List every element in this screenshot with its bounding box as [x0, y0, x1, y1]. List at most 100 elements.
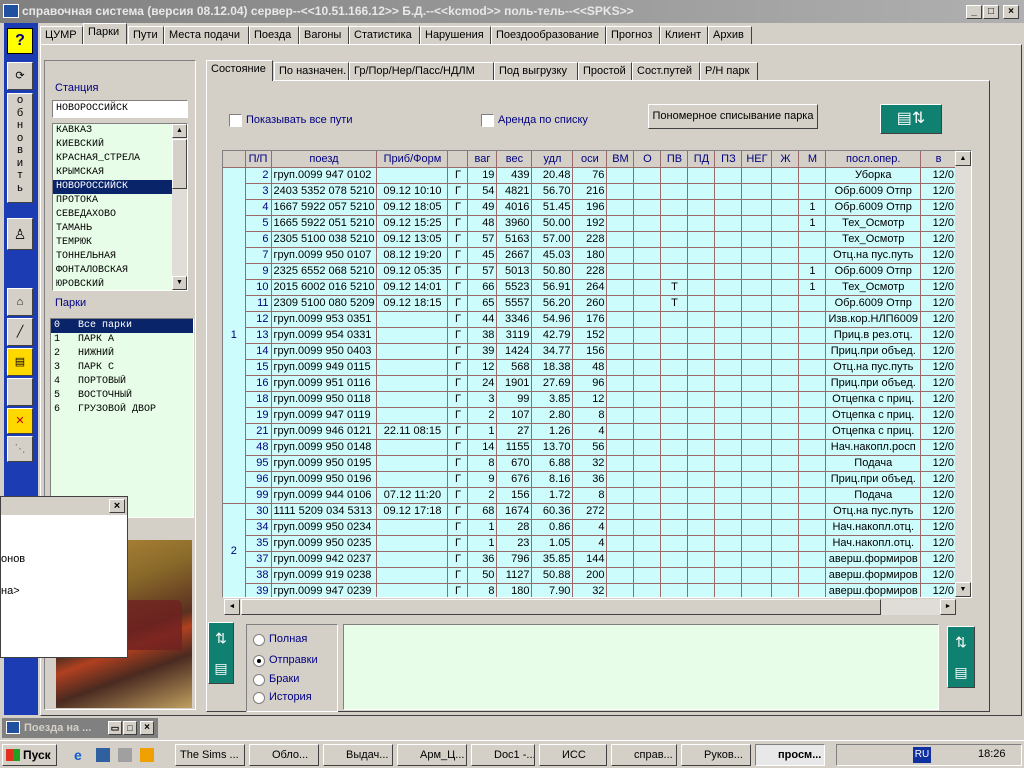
table-cell[interactable]: 8.16 — [531, 471, 574, 488]
station-scrollbar[interactable]: ▲ ▼ — [172, 124, 187, 290]
table-cell[interactable] — [798, 471, 827, 488]
table-cell[interactable]: Г — [447, 535, 469, 552]
table-cell[interactable]: 5163 — [496, 231, 533, 248]
table-cell[interactable] — [771, 215, 800, 232]
table-cell[interactable]: Г — [447, 343, 469, 360]
table-cell[interactable] — [798, 231, 827, 248]
table-cell[interactable]: 14 — [467, 439, 498, 456]
table-cell[interactable]: 1 — [798, 199, 827, 216]
table-cell[interactable] — [798, 423, 827, 440]
table-cell[interactable]: 12/0 — [920, 311, 958, 328]
table-cell[interactable] — [633, 183, 662, 200]
maximize-button[interactable]: □ — [983, 5, 999, 19]
table-cell[interactable] — [714, 407, 743, 424]
table-cell[interactable] — [633, 375, 662, 392]
table-cell[interactable]: 439 — [496, 167, 533, 184]
table-cell[interactable] — [687, 391, 716, 408]
table-cell[interactable] — [633, 487, 662, 504]
table-cell[interactable]: 37 — [245, 551, 272, 568]
table-cell[interactable]: 12/0 — [920, 263, 958, 280]
table-cell[interactable]: 09.12 05:35 — [376, 263, 449, 280]
table-cell[interactable]: груп.0099 919 0238 — [271, 567, 378, 584]
table-cell[interactable] — [714, 519, 743, 536]
table-cell[interactable] — [798, 519, 827, 536]
table-cell[interactable]: 12/0 — [920, 423, 958, 440]
table-cell[interactable]: 180 — [572, 247, 608, 264]
table-row[interactable]: 48 груп.0099 950 0148 Г 14 1155 13.70 56 Нач.на… — [223, 439, 958, 456]
table-cell[interactable]: 09.12 10:10 — [376, 183, 449, 200]
table-cell[interactable]: 12 — [245, 311, 272, 328]
table-cell[interactable] — [741, 551, 773, 568]
table-cell[interactable]: 12/0 — [920, 231, 958, 248]
show-all-checkbox[interactable] — [229, 114, 242, 127]
table-cell[interactable] — [798, 535, 827, 552]
table-cell[interactable]: 12/0 — [920, 327, 958, 344]
table-cell[interactable]: 50 — [467, 567, 498, 584]
table-cell[interactable] — [633, 231, 662, 248]
table-cell[interactable] — [771, 407, 800, 424]
table-cell[interactable] — [771, 519, 800, 536]
table-cell[interactable]: 12/0 — [920, 295, 958, 312]
table-cell[interactable]: 9 — [245, 263, 272, 280]
table-cell[interactable] — [771, 359, 800, 376]
taskbar-item[interactable]: The Sims ... — [175, 744, 245, 766]
table-cell[interactable]: 12/0 — [920, 247, 958, 264]
table-cell[interactable]: Г — [447, 487, 469, 504]
tab-statistics[interactable]: Статистика — [349, 26, 420, 44]
table-cell[interactable] — [687, 263, 716, 280]
taskbar-item[interactable]: Doc1 -... — [471, 744, 535, 766]
table-cell[interactable]: 12/0 — [920, 407, 958, 424]
tab-state[interactable]: Состояние — [206, 60, 273, 81]
parks-list[interactable]: 0 Все парки 1 ПАРК А 2 НИЖНИЙ 3 ПАРК С 4… — [50, 318, 194, 518]
table-cell[interactable]: 42.79 — [531, 327, 574, 344]
table-cell[interactable] — [687, 183, 716, 200]
table-cell[interactable]: 96 — [572, 375, 608, 392]
table-row[interactable]: 21 груп.0099 946 0121 22.11 08:15 Г 1 27 1.26 4… — [223, 423, 958, 440]
table-cell[interactable]: 4 — [572, 519, 608, 536]
table-cell[interactable] — [606, 535, 635, 552]
table-cell[interactable] — [687, 231, 716, 248]
vertical-scrollbar[interactable]: ▲ ▼ — [955, 151, 971, 597]
table-cell[interactable] — [771, 551, 800, 568]
table-cell[interactable]: Г — [447, 471, 469, 488]
table-cell[interactable] — [771, 391, 800, 408]
table-cell[interactable]: 8 — [467, 455, 498, 472]
table-cell[interactable] — [741, 343, 773, 360]
table-cell[interactable]: 39 — [467, 343, 498, 360]
table-cell[interactable] — [798, 343, 827, 360]
column-header[interactable]: ПД — [687, 151, 716, 168]
table-cell[interactable]: 7 — [245, 247, 272, 264]
table-cell[interactable]: груп.0099 950 0107 — [271, 247, 378, 264]
table-cell[interactable] — [687, 535, 716, 552]
table-cell[interactable]: 272 — [572, 503, 608, 520]
table-cell[interactable]: Г — [447, 551, 469, 568]
table-cell[interactable]: 0.86 — [531, 519, 574, 536]
table-cell[interactable] — [633, 295, 662, 312]
table-cell[interactable] — [741, 439, 773, 456]
table-cell[interactable] — [633, 343, 662, 360]
table-cell[interactable] — [714, 215, 743, 232]
table-cell[interactable]: 8 — [572, 487, 608, 504]
table-cell[interactable]: Г — [447, 519, 469, 536]
table-cell[interactable] — [741, 519, 773, 536]
table-cell[interactable]: 156 — [572, 343, 608, 360]
table-cell[interactable] — [606, 263, 635, 280]
table-row[interactable]: 5 1665 5922 051 5210 09.12 15:25 Г 48 3960 50.… — [223, 215, 958, 232]
table-cell[interactable]: 34 — [245, 519, 272, 536]
table-cell[interactable] — [660, 487, 689, 504]
table-cell[interactable]: 49 — [467, 199, 498, 216]
table-cell[interactable]: Обр.6009 Отпр — [825, 295, 922, 312]
table-cell[interactable] — [633, 455, 662, 472]
table-cell[interactable] — [633, 215, 662, 232]
scroll-down-icon[interactable]: ▼ — [955, 582, 971, 597]
table-cell[interactable]: 4 — [572, 423, 608, 440]
table-cell[interactable] — [714, 295, 743, 312]
table-cell[interactable] — [606, 167, 635, 184]
table-cell[interactable] — [714, 391, 743, 408]
table-cell[interactable] — [633, 263, 662, 280]
column-header[interactable]: НЕГ — [741, 151, 773, 168]
tab-by-destination[interactable]: По назначен. — [274, 62, 349, 80]
table-cell[interactable]: Г — [447, 167, 469, 184]
table-cell[interactable]: груп.0099 949 0115 — [271, 359, 378, 376]
table-cell[interactable] — [714, 375, 743, 392]
